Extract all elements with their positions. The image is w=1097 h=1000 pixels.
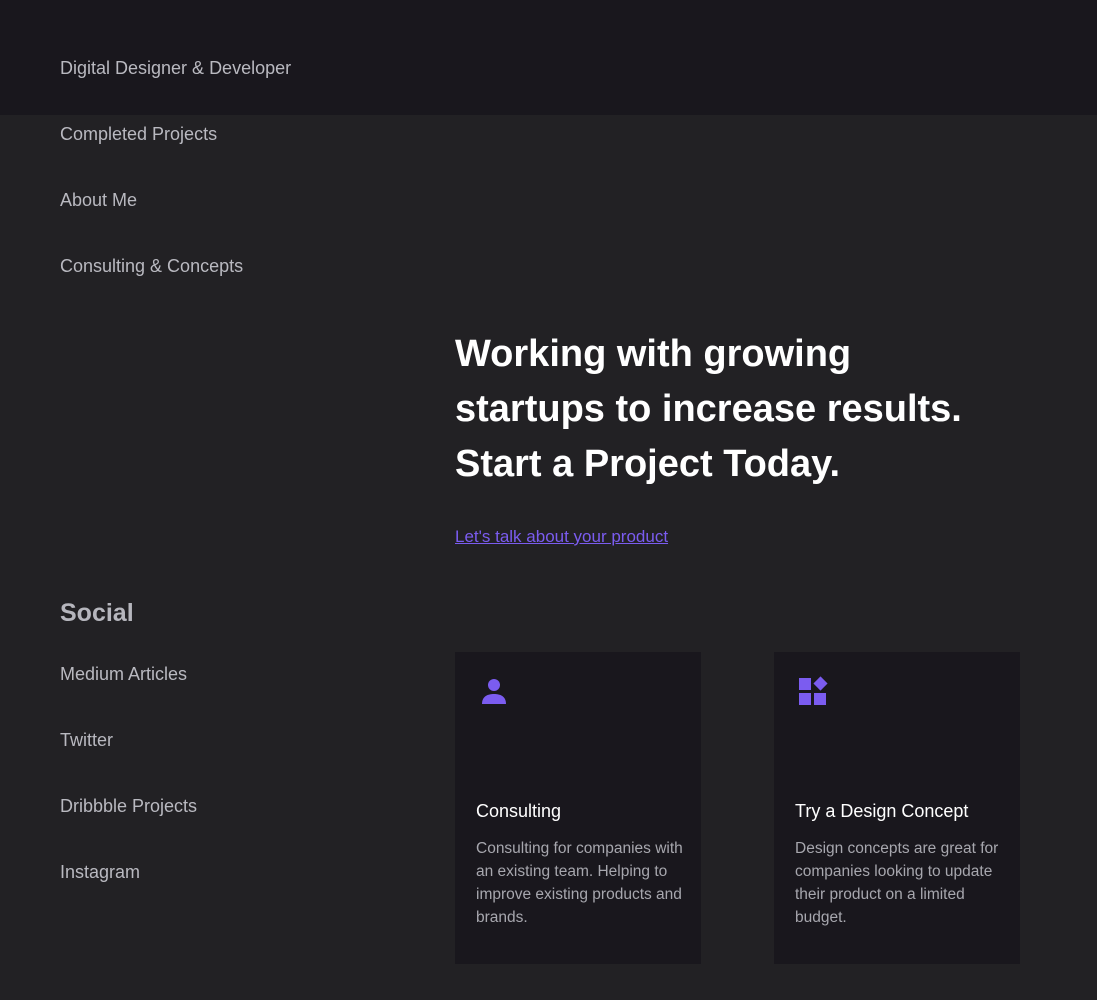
- social-heading: Social: [60, 599, 134, 627]
- hero-line: startups to increase results.: [455, 388, 962, 430]
- widgets-icon: [799, 676, 828, 705]
- hero-line: Working with growing: [455, 333, 852, 375]
- card-title: Consulting: [476, 801, 562, 821]
- social-link-twitter[interactable]: Twitter: [60, 729, 113, 751]
- nav-item-consulting-concepts[interactable]: Consulting & Concepts: [60, 255, 243, 277]
- social-link-instagram[interactable]: Instagram: [60, 861, 140, 883]
- nav-item-about-me[interactable]: About Me: [60, 189, 137, 211]
- social-link-dribbble[interactable]: Dribbble Projects: [60, 795, 197, 817]
- consulting-card[interactable]: Consulting Consulting for companies with…: [455, 652, 701, 964]
- site-title-link[interactable]: Digital Designer & Developer: [60, 57, 291, 79]
- nav-item-completed-projects[interactable]: Completed Projects: [60, 123, 217, 145]
- card-description: Design concepts are great for companies …: [795, 840, 999, 926]
- social-link-medium[interactable]: Medium Articles: [60, 663, 187, 685]
- person-icon: [482, 679, 506, 704]
- hero-heading: Working with growing startups to increas…: [455, 327, 1055, 492]
- card-description: Consulting for companies with an existin…: [476, 840, 683, 926]
- card-title: Try a Design Concept: [795, 801, 969, 821]
- contact-cta-link[interactable]: Let's talk about your product: [455, 526, 668, 548]
- design-concept-card[interactable]: Try a Design Concept Design concepts are…: [774, 652, 1020, 964]
- hero-line: Start a Project Today.: [455, 443, 841, 485]
